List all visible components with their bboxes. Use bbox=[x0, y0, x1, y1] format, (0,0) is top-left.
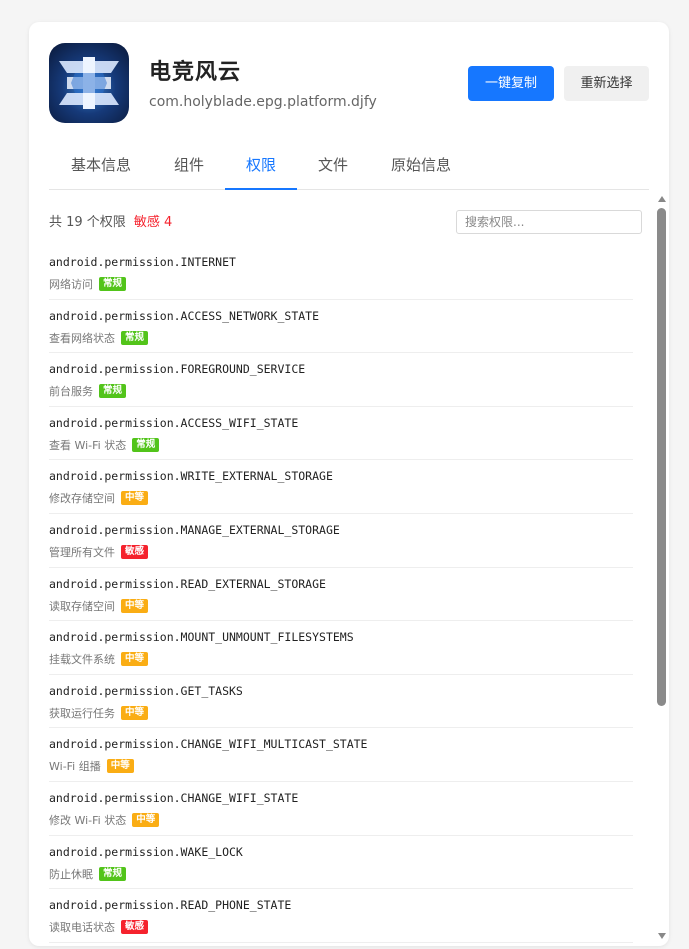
permission-row: android.permission.GET_TASKS 获取运行任务 中等 bbox=[49, 675, 633, 729]
permission-level-badge: 敏感 bbox=[121, 544, 149, 559]
permission-row: android.permission.READ_PHONE_STATE 读取电话状… bbox=[49, 889, 633, 943]
app-icon bbox=[49, 43, 129, 123]
permission-description: 前台服务 bbox=[49, 385, 93, 399]
permission-description: 修改存储空间 bbox=[49, 492, 115, 506]
permission-row: android.permission.MANAGE_EXTERNAL_STORA… bbox=[49, 514, 633, 568]
permission-row: android.permission.READ_EXTERNAL_STORAGE… bbox=[49, 568, 633, 622]
permission-level-badge: 中等 bbox=[121, 705, 149, 720]
app-package-name: com.holyblade.epg.platform.djfy bbox=[149, 94, 377, 110]
permission-description: 挂载文件系统 bbox=[49, 653, 115, 667]
permission-row: android.permission.INTERNET 网络访问 常规 bbox=[49, 246, 633, 300]
tab-permissions[interactable]: 权限 bbox=[225, 144, 297, 190]
scroll-up-arrow-icon[interactable] bbox=[658, 196, 666, 202]
permission-description: 修改 Wi-Fi 状态 bbox=[49, 813, 127, 827]
tab-basic-info[interactable]: 基本信息 bbox=[49, 144, 153, 188]
tab-bar: 基本信息 组件 权限 文件 原始信息 bbox=[49, 144, 649, 190]
permission-description-line: 防止休眠 常规 bbox=[49, 866, 127, 882]
permission-description: 获取运行任务 bbox=[49, 706, 115, 720]
permission-list: android.permission.INTERNET 网络访问 常规 android… bbox=[49, 246, 633, 943]
scroll-down-arrow-icon[interactable] bbox=[658, 933, 666, 939]
permission-description-line: 网络访问 常规 bbox=[49, 276, 127, 292]
permission-description-line: 查看 Wi-Fi 状态 常规 bbox=[49, 437, 160, 453]
app-header: 电竞风云 com.holyblade.epg.platform.djfy 一键复… bbox=[29, 22, 669, 142]
permission-name: android.permission.ACCESS_NETWORK_STATE bbox=[49, 308, 320, 323]
permission-total-count: 共 19 个权限 bbox=[49, 215, 126, 230]
permission-description-line: 查看网络状态 常规 bbox=[49, 330, 149, 346]
permission-level-badge: 常规 bbox=[121, 330, 149, 345]
tab-raw-info[interactable]: 原始信息 bbox=[369, 144, 473, 188]
permission-description: 管理所有文件 bbox=[49, 545, 115, 559]
permission-description: 防止休眠 bbox=[49, 867, 93, 881]
permission-name: android.permission.READ_PHONE_STATE bbox=[49, 898, 292, 913]
permission-row: android.permission.CHANGE_WIFI_STATE 修改 W… bbox=[49, 782, 633, 836]
permission-level-badge: 常规 bbox=[99, 384, 127, 399]
permission-name: android.permission.GET_TASKS bbox=[49, 683, 243, 698]
tab-files[interactable]: 文件 bbox=[301, 144, 365, 188]
permission-row: android.permission.ACCESS_WIFI_STATE 查看 W… bbox=[49, 407, 633, 461]
scrollbar[interactable] bbox=[655, 194, 669, 942]
sensitive-count: 敏感 4 bbox=[133, 215, 173, 230]
permission-level-badge: 中等 bbox=[132, 812, 160, 827]
permission-level-badge: 敏感 bbox=[121, 920, 149, 935]
permission-row: android.permission.ACCESS_NETWORK_STATE 查… bbox=[49, 300, 633, 354]
permission-summary: 共 19 个权限 敏感 4 bbox=[49, 211, 172, 230]
reselect-button[interactable]: 重新选择 bbox=[564, 66, 649, 101]
permission-description-line: 修改 Wi-Fi 状态 中等 bbox=[49, 812, 160, 828]
permission-search-input[interactable] bbox=[456, 210, 642, 234]
permission-description-line: 管理所有文件 敏感 bbox=[49, 544, 149, 560]
permission-name: android.permission.ACCESS_WIFI_STATE bbox=[49, 415, 299, 430]
permission-level-badge: 常规 bbox=[132, 437, 160, 452]
permission-name: android.permission.INTERNET bbox=[49, 255, 236, 269]
permission-description-line: 修改存储空间 中等 bbox=[49, 490, 149, 506]
permission-level-badge: 常规 bbox=[99, 277, 127, 291]
permission-description: 读取存储空间 bbox=[49, 599, 115, 613]
permission-description-line: 前台服务 常规 bbox=[49, 383, 127, 399]
permission-row: android.permission.WAKE_LOCK 防止休眠 常规 bbox=[49, 836, 633, 890]
permission-description: 网络访问 bbox=[49, 278, 93, 291]
permission-description-line: Wi-Fi 组播 中等 bbox=[49, 758, 134, 774]
permission-level-badge: 中等 bbox=[121, 652, 149, 667]
permission-row: android.permission.CHANGE_WIFI_MULTICAST… bbox=[49, 728, 633, 782]
permission-description-line: 读取电话状态 敏感 bbox=[49, 919, 149, 935]
permission-description: 查看 Wi-Fi 状态 bbox=[49, 438, 127, 452]
copy-all-button[interactable]: 一键复制 bbox=[468, 66, 554, 101]
permission-name: android.permission.WRITE_EXTERNAL_STORAG… bbox=[49, 469, 333, 484]
permission-level-badge: 常规 bbox=[99, 866, 127, 881]
permission-row: android.permission.WRITE_EXTERNAL_STORAG… bbox=[49, 460, 633, 514]
permission-name: android.permission.READ_EXTERNAL_STORAGE bbox=[49, 576, 326, 591]
app-detail-card: 电竞风云 com.holyblade.epg.platform.djfy 一键复… bbox=[29, 22, 669, 946]
permission-name: android.permission.CHANGE_WIFI_STATE bbox=[49, 790, 299, 805]
permission-level-badge: 中等 bbox=[121, 598, 149, 613]
permission-description-line: 获取运行任务 中等 bbox=[49, 705, 149, 721]
permission-name: android.permission.CHANGE_WIFI_MULTICAST… bbox=[49, 737, 368, 752]
permission-name: android.permission.FOREGROUND_SERVICE bbox=[49, 362, 306, 377]
tab-components[interactable]: 组件 bbox=[157, 144, 221, 188]
app-name: 电竞风云 bbox=[149, 60, 242, 85]
permission-row: android.permission.FOREGROUND_SERVICE 前台服… bbox=[49, 353, 633, 407]
permission-description: Wi-Fi 组播 bbox=[49, 760, 101, 774]
permission-name: android.permission.MOUNT_UNMOUNT_FILESYS… bbox=[49, 630, 354, 645]
permission-level-badge: 中等 bbox=[106, 759, 134, 774]
permission-name: android.permission.MANAGE_EXTERNAL_STORA… bbox=[49, 522, 340, 537]
permission-description: 读取电话状态 bbox=[49, 921, 115, 935]
permission-description: 查看网络状态 bbox=[49, 331, 115, 345]
scrollbar-thumb[interactable] bbox=[657, 208, 666, 706]
permission-name: android.permission.WAKE_LOCK bbox=[49, 844, 243, 859]
permission-level-badge: 中等 bbox=[121, 491, 149, 506]
permission-description-line: 挂载文件系统 中等 bbox=[49, 651, 149, 667]
permission-row: android.permission.MOUNT_UNMOUNT_FILESYS… bbox=[49, 621, 633, 675]
permission-description-line: 读取存储空间 中等 bbox=[49, 598, 149, 614]
